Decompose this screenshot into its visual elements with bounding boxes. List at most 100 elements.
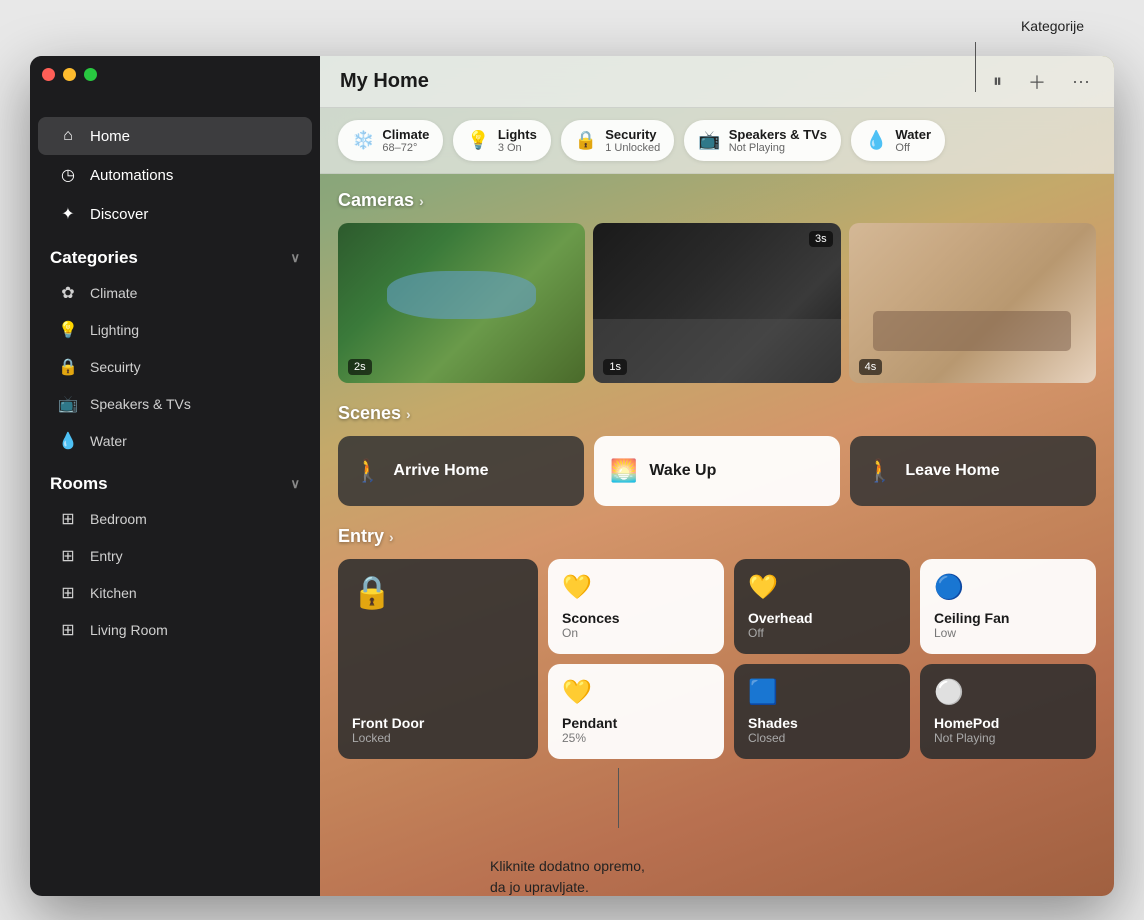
more-button[interactable]: ··· (1068, 67, 1094, 96)
sidebar-item-kitchen[interactable]: ⊞ Kitchen (38, 575, 312, 611)
ceiling-fan-status: Low (934, 626, 1082, 640)
lights-chip[interactable]: 💡 Lights 3 On (453, 120, 550, 161)
entry-section-title[interactable]: Entry › (338, 526, 1096, 547)
water-chip-subtitle: Off (895, 142, 931, 154)
device-homepod[interactable]: ⚪ HomePod Not Playing (920, 664, 1096, 759)
discover-icon: ✦ (58, 204, 78, 224)
climate-chip-subtitle: 68–72° (382, 142, 429, 154)
security-chip-text: Security 1 Unlocked (605, 127, 660, 154)
pool-visual (387, 271, 535, 319)
water-chip-text: Water Off (895, 127, 931, 154)
shades-icon: 🟦 (748, 678, 896, 707)
leave-home-icon: 🚶 (866, 458, 893, 484)
sidebar-item-home[interactable]: ⌂ Home (38, 117, 312, 155)
device-ceiling-fan[interactable]: 🔵 Ceiling Fan Low (920, 559, 1096, 654)
sidebar-item-discover[interactable]: ✦ Discover (38, 195, 312, 233)
rooms-header-label: Rooms (50, 474, 108, 494)
entry-arrow: › (389, 529, 394, 545)
sidebar-item-bedroom[interactable]: ⊞ Bedroom (38, 501, 312, 537)
device-overhead[interactable]: 💛 Overhead Off (734, 559, 910, 654)
overhead-status: Off (748, 626, 896, 640)
ceiling-fan-info: Ceiling Fan Low (934, 610, 1082, 640)
sidebar-item-climate[interactable]: ✿ Climate (38, 275, 312, 311)
scenes-arrow: › (406, 406, 411, 422)
sidebar-item-lighting[interactable]: 💡 Lighting (38, 312, 312, 348)
home-icon: ⌂ (58, 126, 78, 146)
homepod-name: HomePod (934, 715, 1082, 731)
minimize-button[interactable] (63, 68, 76, 81)
sidebar-item-discover-label: Discover (90, 206, 148, 223)
sidebar-item-water[interactable]: 💧 Water (38, 423, 312, 459)
water-icon: 💧 (58, 431, 78, 451)
annotation-bottom: Kliknite dodatno opremo, da jo upravljat… (490, 856, 645, 898)
rooms-chevron: ∨ (290, 476, 300, 492)
kitchen-icon: ⊞ (58, 583, 78, 603)
fullscreen-button[interactable] (84, 68, 97, 81)
camera-3-timestamp: 4s (859, 359, 883, 375)
scrollable-content: Cameras › 2s 3s 1s (320, 174, 1114, 896)
categories-header[interactable]: Categories ∨ (30, 234, 320, 274)
page-title: My Home (340, 70, 429, 93)
sconces-icon: 💛 (562, 573, 710, 602)
speakers-chip-icon: 📺 (698, 130, 720, 151)
sconces-name: Sconces (562, 610, 710, 626)
security-chip[interactable]: 🔒 Security 1 Unlocked (561, 120, 674, 161)
device-front-door[interactable]: 🔒 Front Door Locked (338, 559, 538, 759)
device-pendant[interactable]: 💛 Pendant 25% (548, 664, 724, 759)
sidebar-item-water-label: Water (90, 433, 127, 449)
camera-card-1[interactable]: 2s (338, 223, 585, 383)
homepod-icon: ⚪ (934, 678, 1082, 707)
cameras-section-title[interactable]: Cameras › (338, 190, 1096, 211)
sidebar-item-security[interactable]: 🔒 Secuirty (38, 349, 312, 385)
garage-floor (593, 319, 840, 383)
sidebar-item-security-label: Secuirty (90, 359, 141, 375)
rooms-header[interactable]: Rooms ∨ (30, 460, 320, 500)
arrive-home-label: Arrive Home (393, 462, 488, 480)
ceiling-fan-name: Ceiling Fan (934, 610, 1082, 626)
overhead-info: Overhead Off (748, 610, 896, 640)
camera-card-2[interactable]: 3s 1s (593, 223, 840, 383)
lights-chip-icon: 💡 (467, 130, 489, 151)
sidebar-item-automations[interactable]: ◷ Automations (38, 156, 312, 194)
overhead-name: Overhead (748, 610, 896, 626)
pendant-info: Pendant 25% (562, 715, 710, 745)
sidebar-item-speakers[interactable]: 📺 Speakers & TVs (38, 386, 312, 422)
topbar: My Home ⏸ ＋ ··· (320, 56, 1114, 108)
sidebar-item-entry[interactable]: ⊞ Entry (38, 538, 312, 574)
sidebar-item-lighting-label: Lighting (90, 322, 139, 338)
entry-title-text: Entry (338, 526, 384, 547)
climate-chip-title: Climate (382, 127, 429, 142)
speakers-chip[interactable]: 📺 Speakers & TVs Not Playing (684, 120, 841, 161)
climate-chip[interactable]: ❄️ Climate 68–72° (338, 120, 443, 161)
sidebar-item-speakers-label: Speakers & TVs (90, 396, 191, 412)
traffic-lights (42, 68, 97, 81)
sidebar-item-living-room[interactable]: ⊞ Living Room (38, 612, 312, 648)
cameras-arrow: › (419, 193, 424, 209)
lights-chip-text: Lights 3 On (498, 127, 537, 154)
climate-chip-icon: ❄️ (352, 130, 374, 151)
leave-home-label: Leave Home (905, 462, 999, 480)
scenes-section-title[interactable]: Scenes › (338, 403, 1096, 424)
speakers-icon: 📺 (58, 394, 78, 414)
device-sconces[interactable]: 💛 Sconces On (548, 559, 724, 654)
wake-up-icon: 🌅 (610, 458, 637, 484)
lights-chip-subtitle: 3 On (498, 142, 537, 154)
close-button[interactable] (42, 68, 55, 81)
waveform-button[interactable]: ⏸ (989, 67, 1006, 96)
front-door-status: Locked (352, 731, 524, 745)
front-door-icon: 🔒 (352, 573, 524, 611)
scene-arrive-home[interactable]: 🚶 Arrive Home (338, 436, 584, 506)
device-shades[interactable]: 🟦 Shades Closed (734, 664, 910, 759)
water-chip[interactable]: 💧 Water Off (851, 120, 945, 161)
front-door-name: Front Door (352, 715, 524, 731)
speakers-chip-text: Speakers & TVs Not Playing (729, 127, 827, 154)
scene-leave-home[interactable]: 🚶 Leave Home (850, 436, 1096, 506)
lights-chip-title: Lights (498, 127, 537, 142)
add-button[interactable]: ＋ (1024, 65, 1050, 99)
camera-bg-2 (593, 223, 840, 383)
camera-card-3[interactable]: 4s (849, 223, 1096, 383)
scene-wake-up[interactable]: 🌅 Wake Up (594, 436, 840, 506)
camera-bg-1 (338, 223, 585, 383)
pendant-icon: 💛 (562, 678, 710, 707)
annotation-bottom-line (618, 768, 619, 828)
